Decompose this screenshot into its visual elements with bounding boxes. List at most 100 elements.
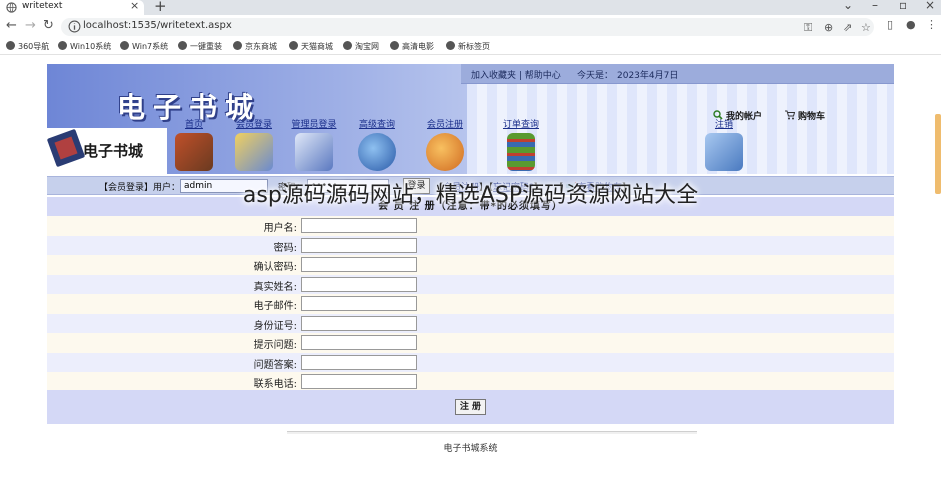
address-bar[interactable]: localhost:1535/writetext.aspx ⚿ ⊕ ⇗ ☆ [61, 18, 874, 36]
nav-member-register[interactable]: 会员注册 [421, 117, 469, 171]
bookmark-item[interactable]: 淘宝网 [343, 41, 379, 52]
magnifier-icon [713, 110, 723, 120]
answer-label: 问题答案: [253, 359, 297, 371]
bookmark-globe-icon [178, 41, 187, 50]
bookmark-globe-icon [343, 41, 352, 50]
info-icon[interactable] [68, 20, 81, 33]
forgot-password-link[interactable]: 忘记密码? [493, 183, 534, 193]
form-row-email: 电子邮件: [47, 294, 894, 314]
today-label: 今天是： [577, 71, 614, 81]
form-row-real-name: 真实姓名: [47, 274, 894, 294]
register-palette-icon[interactable] [426, 133, 464, 171]
bookmark-item[interactable]: 天猫商城 [289, 41, 333, 52]
nav-order-query[interactable]: 订单查询 [497, 117, 545, 171]
password-label: 密码: [273, 242, 297, 254]
menu-icon[interactable]: ⋮ [926, 18, 937, 31]
bookmark-item[interactable]: 新标签页 [446, 41, 490, 52]
globe-search-icon[interactable] [358, 133, 396, 171]
logo-text: 电子书城 [83, 142, 144, 160]
login-bar: 【会员登录】用户： 密码： 登录 【会员注册】 【忘记密码?】 【 🛒查看购物车… [47, 176, 894, 195]
logout-icon[interactable] [705, 133, 743, 171]
bookmark-item[interactable]: Win10系统 [58, 41, 111, 52]
profile-icon[interactable]: ● [906, 18, 916, 31]
footer-text: 电子书城系统 [443, 444, 498, 454]
login-button[interactable]: 登录 [403, 178, 430, 194]
back-arrow-icon[interactable]: ← [6, 18, 17, 33]
form-row-confirm-password: 确认密码: [47, 255, 894, 275]
username-input[interactable] [301, 218, 417, 233]
bookmark-globe-icon [6, 41, 15, 50]
footer-divider [287, 431, 697, 434]
share-icon[interactable]: ⇗ [843, 21, 852, 34]
address-toolbar: ← → ↻ localhost:1535/writetext.aspx ⚿ ⊕ … [0, 15, 941, 39]
member-login-icon[interactable] [235, 133, 273, 171]
bookmark-globe-icon [233, 41, 242, 50]
nav-member-login[interactable]: 会员登录 [230, 117, 278, 171]
form-row-question: 提示问题: [47, 333, 894, 353]
close-window-icon[interactable]: × [925, 0, 935, 12]
register-heading: 会 员 注 册（注意：带*的必须填写） [47, 197, 894, 216]
my-account-link[interactable]: 我的帐户 [713, 109, 762, 122]
view-cart-link[interactable]: 查看购物车 [577, 183, 622, 193]
nav-advanced-search[interactable]: 高级查询 [353, 117, 401, 171]
form-row-username: 用户名: [47, 216, 894, 236]
form-row-phone: 联系电话: [47, 372, 894, 392]
zoom-icon[interactable]: ⊕ [824, 21, 833, 34]
phone-input[interactable] [301, 374, 417, 389]
view-cart-wrap: 【 🛒查看购物车】 [554, 183, 632, 193]
shopping-cart-icon [785, 110, 795, 120]
browser-tab[interactable]: writetext × [0, 0, 144, 15]
cart-link[interactable]: 购物车 [785, 109, 825, 122]
url-text: localhost:1535/writetext.aspx [83, 20, 232, 31]
form-row-id-number: 身份证号: [47, 313, 894, 333]
top-links[interactable]: 加入收藏夹 | 帮助中心 [471, 68, 561, 81]
forgot-link-wrap: 【忘记密码?】 [484, 183, 543, 193]
reload-icon[interactable]: ↻ [43, 18, 54, 33]
confirm-password-input[interactable] [301, 257, 417, 272]
real-name-label: 真实姓名: [253, 281, 297, 293]
close-tab-icon[interactable]: × [130, 0, 139, 12]
page-viewport: 加入收藏夹 | 帮助中心 今天是： 2023年4月7日 电子书城 电子书城 首页… [0, 56, 941, 490]
register-submit-button[interactable]: 注 册 [455, 399, 486, 415]
bookmark-item[interactable]: 一键重装 [178, 41, 222, 52]
login-password-input[interactable] [307, 179, 389, 193]
bookmark-star-icon[interactable]: ☆ [861, 21, 871, 34]
current-date: 2023年4月7日 [617, 71, 679, 81]
minimize-icon[interactable]: – [872, 0, 878, 12]
register-link[interactable]: 会员注册 [443, 183, 479, 193]
site-logo[interactable]: 电子书城 [47, 128, 167, 174]
bookmark-item[interactable]: 高清电影 [390, 41, 434, 52]
phone-label: 联系电话: [253, 379, 297, 390]
admin-login-icon[interactable] [295, 133, 333, 171]
register-link-wrap: 【会员注册】 [434, 183, 489, 193]
key-icon[interactable]: ⚿ [804, 21, 812, 35]
email-input[interactable] [301, 296, 417, 311]
globe-icon [6, 2, 17, 13]
side-widget[interactable] [935, 114, 941, 194]
new-tab-icon[interactable]: + [154, 0, 167, 15]
login-username-input[interactable] [180, 179, 268, 193]
question-input[interactable] [301, 335, 417, 350]
password-input[interactable] [301, 237, 417, 253]
question-label: 提示问题: [253, 340, 297, 351]
bookmark-globe-icon [446, 41, 455, 50]
answer-input[interactable] [301, 354, 417, 370]
banner-top-strip: 加入收藏夹 | 帮助中心 今天是： 2023年4月7日 [461, 64, 894, 84]
id-number-input[interactable] [301, 315, 417, 331]
real-name-input[interactable] [301, 276, 417, 292]
nav-home[interactable]: 首页 [170, 117, 218, 171]
username-label: 用户名: [263, 223, 297, 234]
nav-admin-login[interactable]: 管理员登录 [290, 117, 338, 171]
bookmark-item[interactable]: Win7系统 [120, 41, 168, 52]
id-number-label: 身份证号: [253, 320, 297, 332]
bookmark-item[interactable]: 360导航 [6, 41, 49, 52]
chevron-down-icon[interactable]: ⌄ [843, 0, 853, 12]
sidebar-icon[interactable]: ▯ [887, 18, 893, 31]
forward-arrow-icon[interactable]: → [25, 18, 36, 33]
bookmark-item[interactable]: 京东商城 [233, 41, 277, 52]
book-stack-icon[interactable] [507, 133, 535, 171]
nav-logout[interactable]: 注销 [700, 117, 748, 171]
restore-icon[interactable]: ▫ [899, 0, 907, 12]
email-label: 电子邮件: [253, 301, 297, 312]
home-book-icon[interactable] [175, 133, 213, 171]
